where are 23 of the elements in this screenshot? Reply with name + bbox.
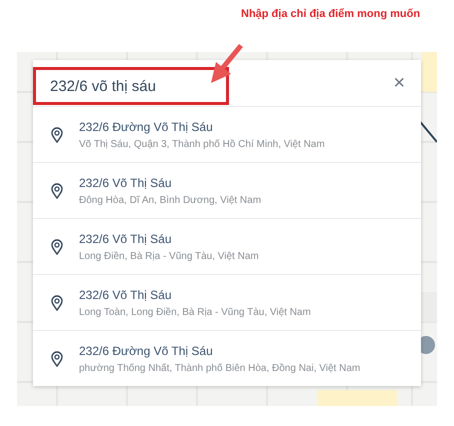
result-address: Đông Hòa, Dĩ An, Bình Dương, Việt Nam: [79, 194, 262, 206]
result-item[interactable]: 232/6 Võ Thị Sáu Long Toàn, Long Điền, Bà Rịa - Vũng Tàu, Việt Nam: [33, 274, 421, 330]
location-pin-icon: [51, 350, 63, 366]
result-address: Long Điền, Bà Rịa - Vũng Tàu, Việt Nam: [79, 250, 259, 262]
annotation-text: Nhập địa chỉ địa điểm mong muốn: [241, 8, 420, 20]
result-item[interactable]: 232/6 Đường Võ Thị Sáu phường Thống Nhất, Thành phố Biên Hòa, Đồng Nai, Việt Nam: [33, 330, 421, 386]
location-pin-icon: [51, 238, 63, 254]
result-item[interactable]: 232/6 Võ Thị Sáu Long Điền, Bà Rịa - Vũng Tàu, Việt Nam: [33, 218, 421, 274]
result-address: Long Toàn, Long Điền, Bà Rịa - Vũng Tàu, Việt Nam: [79, 306, 311, 318]
result-address: Võ Thị Sáu, Quận 3, Thành phố Hồ Chí Minh, Việt Nam: [79, 138, 325, 150]
result-address: phường Thống Nhất, Thành phố Biên Hòa, Đồng Nai, Việt Nam: [79, 362, 360, 374]
result-title: 232/6 Đường Võ Thị Sáu: [79, 120, 214, 134]
close-button[interactable]: ×: [389, 72, 409, 94]
search-field[interactable]: 232/6 võ thị sáu: [33, 67, 229, 105]
location-pin-icon: [51, 294, 63, 310]
result-item[interactable]: 232/6 Đường Võ Thị Sáu Võ Thị Sáu, Quận 3, Thành phố Hồ Chí Minh, Việt Nam: [33, 106, 421, 162]
location-pin-icon: [51, 126, 63, 142]
result-item[interactable]: 232/6 Võ Thị Sáu Đông Hòa, Dĩ An, Bình Dương, Việt Nam: [33, 162, 421, 218]
result-title: 232/6 Võ Thị Sáu: [79, 288, 173, 302]
result-title: 232/6 Võ Thị Sáu: [79, 176, 173, 190]
result-title: 232/6 Võ Thị Sáu: [79, 232, 173, 246]
location-pin-icon: [51, 182, 63, 198]
result-title: 232/6 Đường Võ Thị Sáu: [79, 344, 214, 358]
